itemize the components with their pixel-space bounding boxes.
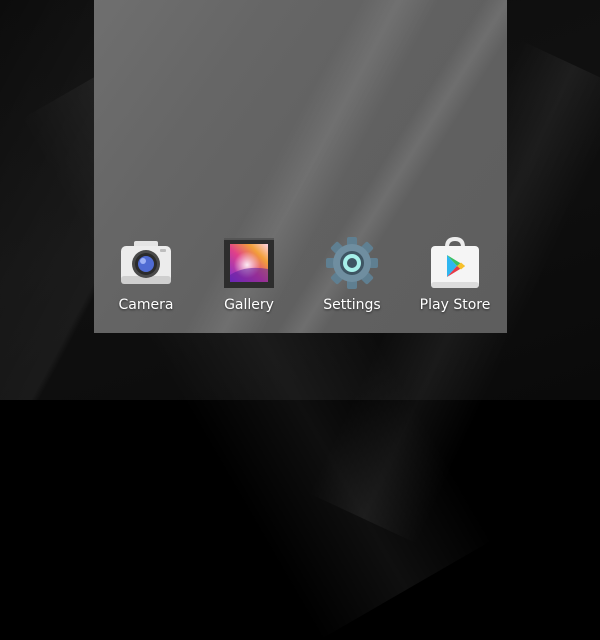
app-label: Play Store: [419, 297, 491, 313]
gallery-icon: [221, 235, 277, 291]
app-camera[interactable]: Camera: [94, 225, 198, 325]
camera-icon: [118, 235, 174, 291]
hotseat: Camera Gallery Settings Play Store: [94, 225, 507, 325]
app-settings[interactable]: Settings: [300, 225, 404, 325]
app-play-store[interactable]: Play Store: [403, 225, 507, 325]
app-label: Gallery: [224, 297, 274, 313]
app-gallery[interactable]: Gallery: [197, 225, 301, 325]
app-label: Settings: [323, 297, 381, 313]
gear-icon: [324, 235, 380, 291]
play-store-icon: [427, 235, 483, 291]
device-screen: Camera Gallery Settings Play Store: [94, 0, 507, 333]
app-label: Camera: [118, 297, 174, 313]
